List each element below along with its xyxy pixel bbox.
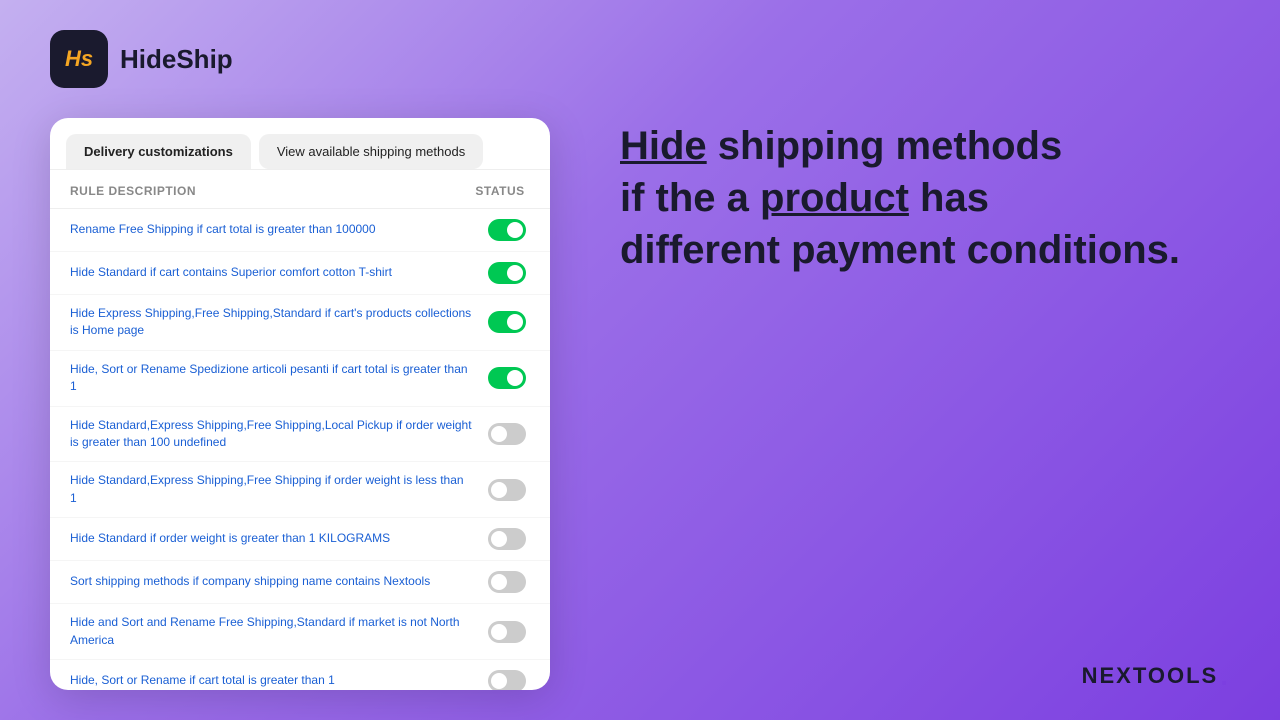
table-row: Hide Express Shipping,Free Shipping,Stan… bbox=[50, 295, 550, 351]
toggle-area-9 bbox=[484, 621, 530, 643]
rule-text-3[interactable]: Hide Express Shipping,Free Shipping,Stan… bbox=[70, 305, 472, 340]
toggle-1[interactable] bbox=[488, 219, 526, 241]
table-row: Sort shipping methods if company shippin… bbox=[50, 561, 550, 604]
col-status-header: Status bbox=[470, 184, 530, 198]
tab-delivery[interactable]: Delivery customizations bbox=[66, 134, 251, 169]
rule-text-10[interactable]: Hide, Sort or Rename if cart total is gr… bbox=[70, 672, 472, 689]
toggle-area-5 bbox=[484, 423, 530, 445]
headline-line3-word: different payment conditions. bbox=[620, 228, 1180, 272]
toggle-3[interactable] bbox=[488, 311, 526, 333]
rule-text-8[interactable]: Sort shipping methods if company shippin… bbox=[70, 573, 472, 590]
toggle-area-10 bbox=[484, 670, 530, 690]
logo-text: HideShip bbox=[120, 44, 233, 75]
table-row: Hide Standard,Express Shipping,Free Ship… bbox=[50, 462, 550, 518]
table-row: Hide and Sort and Rename Free Shipping,S… bbox=[50, 604, 550, 660]
rule-text-9[interactable]: Hide and Sort and Rename Free Shipping,S… bbox=[70, 614, 472, 649]
headline-line2-text: if the a bbox=[620, 176, 760, 220]
nextools-logo: NEXTOOLS. bbox=[1082, 662, 1230, 690]
nextools-dot: . bbox=[1220, 662, 1230, 690]
rule-text-5[interactable]: Hide Standard,Express Shipping,Free Ship… bbox=[70, 417, 472, 452]
table-row: Hide Standard if order weight is greater… bbox=[50, 518, 550, 561]
main-card: Delivery customizations View available s… bbox=[50, 118, 550, 690]
left-panel: Hs HideShip Delivery customizations View… bbox=[0, 0, 580, 720]
toggle-4[interactable] bbox=[488, 367, 526, 389]
toggle-2[interactable] bbox=[488, 262, 526, 284]
toggle-5[interactable] bbox=[488, 423, 526, 445]
toggle-area-4 bbox=[484, 367, 530, 389]
nextools-text: NEXTOOLS bbox=[1082, 663, 1219, 689]
rule-text-2[interactable]: Hide Standard if cart contains Superior … bbox=[70, 264, 472, 281]
headline: Hide shipping methods if the a product h… bbox=[620, 120, 1230, 276]
table-row: Rename Free Shipping if cart total is gr… bbox=[50, 209, 550, 252]
headline-line1-rest: shipping methods bbox=[707, 124, 1063, 168]
toggle-10[interactable] bbox=[488, 670, 526, 690]
col-rule-header: Rule description bbox=[70, 184, 470, 198]
headline-line1: Hide shipping methods bbox=[620, 120, 1230, 172]
rule-text-7[interactable]: Hide Standard if order weight is greater… bbox=[70, 530, 472, 547]
toggle-area-1 bbox=[484, 219, 530, 241]
logo-area: Hs HideShip bbox=[50, 30, 550, 88]
card-tabs: Delivery customizations View available s… bbox=[50, 118, 550, 170]
toggle-area-2 bbox=[484, 262, 530, 284]
toggle-8[interactable] bbox=[488, 571, 526, 593]
rule-text-6[interactable]: Hide Standard,Express Shipping,Free Ship… bbox=[70, 472, 472, 507]
headline-line3: different payment conditions. bbox=[620, 224, 1230, 276]
table-row: Hide, Sort or Rename if cart total is gr… bbox=[50, 660, 550, 690]
toggle-6[interactable] bbox=[488, 479, 526, 501]
toggle-area-3 bbox=[484, 311, 530, 333]
toggle-7[interactable] bbox=[488, 528, 526, 550]
toggle-9[interactable] bbox=[488, 621, 526, 643]
toggle-area-6 bbox=[484, 479, 530, 501]
toggle-area-7 bbox=[484, 528, 530, 550]
rules-list: Rename Free Shipping if cart total is gr… bbox=[50, 209, 550, 690]
toggle-area-8 bbox=[484, 571, 530, 593]
table-row: Hide Standard,Express Shipping,Free Ship… bbox=[50, 407, 550, 463]
headline-line2: if the a product has bbox=[620, 172, 1230, 224]
headline-product-word: product bbox=[760, 176, 909, 220]
headline-hide-word: Hide bbox=[620, 124, 707, 168]
table-row: Hide Standard if cart contains Superior … bbox=[50, 252, 550, 295]
rule-text-4[interactable]: Hide, Sort or Rename Spedizione articoli… bbox=[70, 361, 472, 396]
tab-view-shipping[interactable]: View available shipping methods bbox=[259, 134, 483, 169]
logo-icon: Hs bbox=[50, 30, 108, 88]
rule-text-1[interactable]: Rename Free Shipping if cart total is gr… bbox=[70, 221, 472, 238]
table-header: Rule description Status bbox=[50, 170, 550, 209]
right-panel: Hide shipping methods if the a product h… bbox=[580, 0, 1280, 720]
table-row: Hide, Sort or Rename Spedizione articoli… bbox=[50, 351, 550, 407]
headline-line2-rest: has bbox=[909, 176, 989, 220]
